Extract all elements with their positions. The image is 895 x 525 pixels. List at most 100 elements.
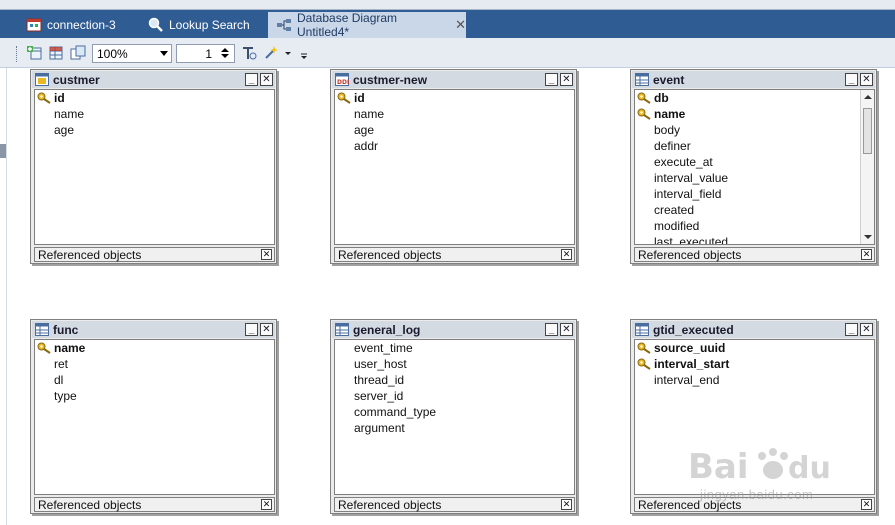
column-row[interactable]: id: [335, 90, 574, 106]
column-row[interactable]: user_host: [335, 356, 574, 372]
table-title-bar[interactable]: func _ ✕: [32, 321, 275, 338]
tab-connection[interactable]: connection-3: [18, 12, 138, 38]
table-title-bar[interactable]: custmer _ ✕: [32, 71, 275, 88]
column-list: event_time user_host thread_id server_id…: [334, 339, 575, 495]
zoom-value: 100%: [97, 46, 128, 61]
column-row[interactable]: interval_value: [635, 170, 874, 186]
column-row[interactable]: argument: [335, 420, 574, 436]
close-icon[interactable]: ✕: [455, 17, 466, 33]
close-panel-button[interactable]: ✕: [261, 249, 272, 260]
column-name: dl: [54, 373, 64, 387]
column-row[interactable]: id: [35, 90, 274, 106]
spin-down-icon[interactable]: [218, 53, 232, 61]
column-name: interval_end: [654, 373, 720, 387]
text-tool-icon[interactable]: [241, 45, 257, 61]
close-panel-button[interactable]: ✕: [561, 249, 572, 260]
column-name: name: [54, 107, 85, 121]
dropdown-arrow-icon[interactable]: [283, 45, 293, 61]
minimize-button[interactable]: _: [245, 73, 258, 86]
column-row[interactable]: server_id: [335, 388, 574, 404]
table-title-bar[interactable]: DDL custmer-new _ ✕: [332, 71, 575, 88]
column-row[interactable]: ret: [35, 356, 274, 372]
auto-layout-icon[interactable]: [263, 45, 279, 61]
column-row[interactable]: interval_start: [635, 356, 874, 372]
tab-label: connection-3: [47, 18, 116, 32]
table-title-bar[interactable]: general_log _ ✕: [332, 321, 575, 338]
referenced-objects-panel[interactable]: Referenced objects ✕: [34, 247, 275, 262]
column-name: db: [654, 91, 669, 105]
column-row[interactable]: last_executed: [635, 234, 874, 244]
column-row[interactable]: created: [635, 202, 874, 218]
column-row[interactable]: modified: [635, 218, 874, 234]
column-row[interactable]: db: [635, 90, 874, 106]
close-panel-button[interactable]: ✕: [861, 499, 872, 510]
minimize-button[interactable]: _: [545, 323, 558, 336]
column-row[interactable]: body: [635, 122, 874, 138]
column-row[interactable]: command_type: [335, 404, 574, 420]
column-row[interactable]: name: [635, 106, 874, 122]
minimize-button[interactable]: _: [545, 73, 558, 86]
close-panel-button[interactable]: ✕: [561, 499, 572, 510]
minimize-button[interactable]: _: [845, 73, 858, 86]
table-box-event[interactable]: event _ ✕ db name body definer execute_a…: [630, 69, 877, 264]
primary-key-icon: [37, 92, 52, 104]
close-button[interactable]: ✕: [860, 73, 873, 86]
copy-objects-icon[interactable]: [70, 45, 86, 61]
table-name: gtid_executed: [653, 322, 734, 337]
close-button[interactable]: ✕: [560, 73, 573, 86]
referenced-objects-label: Referenced objects: [638, 247, 742, 262]
vertical-scrollbar[interactable]: [860, 90, 874, 244]
connection-icon: [26, 17, 42, 33]
column-row[interactable]: age: [335, 122, 574, 138]
column-name: id: [54, 91, 65, 105]
column-row[interactable]: definer: [635, 138, 874, 154]
column-row[interactable]: type: [35, 388, 274, 404]
column-row[interactable]: interval_field: [635, 186, 874, 202]
close-panel-button[interactable]: ✕: [261, 499, 272, 510]
table-grid-icon[interactable]: [48, 45, 64, 61]
column-row[interactable]: name: [35, 340, 274, 356]
table-box-custmer-new[interactable]: DDL custmer-new _ ✕ id name age addr Ref…: [330, 69, 577, 264]
scrollbar-thumb[interactable]: [863, 108, 872, 154]
view-table-icon: [35, 73, 49, 86]
column-row[interactable]: thread_id: [335, 372, 574, 388]
column-name: modified: [654, 219, 700, 233]
close-button[interactable]: ✕: [560, 323, 573, 336]
toolbar-grip[interactable]: [16, 46, 18, 62]
column-row[interactable]: dl: [35, 372, 274, 388]
toolbar-overflow-icon[interactable]: [299, 45, 309, 61]
referenced-objects-panel[interactable]: Referenced objects ✕: [334, 497, 575, 512]
column-row[interactable]: name: [335, 106, 574, 122]
column-row[interactable]: event_time: [335, 340, 574, 356]
zoom-combobox[interactable]: 100%: [92, 44, 172, 63]
table-title-bar[interactable]: gtid_executed _ ✕: [632, 321, 875, 338]
column-row[interactable]: age: [35, 122, 274, 138]
column-row[interactable]: interval_end: [635, 372, 874, 388]
column-row[interactable]: name: [35, 106, 274, 122]
tab-database-diagram[interactable]: Database Diagram Untitled4* ✕: [268, 11, 466, 39]
close-panel-button[interactable]: ✕: [861, 249, 872, 260]
close-button[interactable]: ✕: [860, 323, 873, 336]
scroll-up-icon[interactable]: [864, 95, 872, 99]
referenced-objects-panel[interactable]: Referenced objects ✕: [334, 247, 575, 262]
scroll-down-icon[interactable]: [864, 235, 872, 239]
tab-lookup-search[interactable]: Lookup Search: [140, 12, 266, 38]
minimize-button[interactable]: _: [245, 323, 258, 336]
table-box-func[interactable]: func _ ✕ name ret dl type Referenced obj…: [30, 319, 277, 514]
column-row[interactable]: source_uuid: [635, 340, 874, 356]
table-box-custmer[interactable]: custmer _ ✕ id name age Referenced objec…: [30, 69, 277, 264]
referenced-objects-panel[interactable]: Referenced objects ✕: [34, 497, 275, 512]
column-row[interactable]: addr: [335, 138, 574, 154]
close-button[interactable]: ✕: [260, 323, 273, 336]
referenced-objects-panel[interactable]: Referenced objects ✕: [634, 247, 875, 262]
svg-text:du: du: [788, 451, 831, 486]
page-spinner[interactable]: 1: [176, 44, 235, 63]
table-title-bar[interactable]: event _ ✕: [632, 71, 875, 88]
close-button[interactable]: ✕: [260, 73, 273, 86]
table-box-general-log[interactable]: general_log _ ✕ event_time user_host thr…: [330, 319, 577, 514]
column-row[interactable]: execute_at: [635, 154, 874, 170]
minimize-button[interactable]: _: [845, 323, 858, 336]
add-table-icon[interactable]: [26, 45, 42, 61]
referenced-objects-label: Referenced objects: [38, 497, 142, 512]
search-icon: [148, 17, 164, 33]
